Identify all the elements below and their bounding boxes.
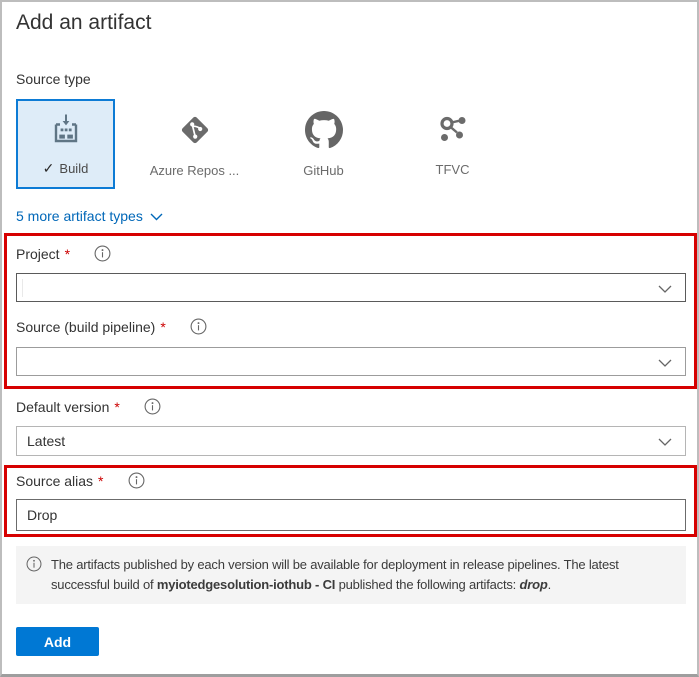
default-version-dropdown[interactable]: Latest — [16, 426, 686, 456]
build-name: myiotedgesolution-iothub - CI — [157, 577, 335, 592]
tile-build[interactable]: ✓ Build — [16, 99, 115, 189]
tile-github-label: GitHub — [303, 163, 343, 178]
tile-tfvc-label: TFVC — [436, 162, 470, 177]
tile-build-label: ✓ Build — [43, 160, 89, 177]
tile-azure-repos[interactable]: Azure Repos ... — [145, 99, 244, 189]
artifact-name: drop — [520, 577, 548, 592]
chevron-down-icon — [658, 280, 672, 296]
info-icon[interactable] — [94, 245, 111, 262]
github-icon — [305, 111, 343, 154]
add-button[interactable]: Add — [16, 627, 99, 656]
text-caret — [22, 279, 23, 297]
info-icon[interactable] — [144, 398, 161, 415]
source-type-label: Source type — [16, 71, 91, 87]
source-build-pipeline-dropdown[interactable] — [16, 347, 686, 376]
artifact-info-note: The artifacts published by each version … — [16, 546, 686, 604]
tile-tfvc[interactable]: TFVC — [403, 99, 502, 189]
chevron-down-icon — [150, 208, 163, 224]
azure-repos-icon — [176, 111, 214, 154]
more-artifact-types-link[interactable]: 5 more artifact types — [16, 208, 163, 224]
required-asterisk: * — [65, 246, 70, 262]
project-label: Project * — [16, 245, 111, 262]
required-asterisk: * — [98, 473, 103, 489]
default-version-dropdown-value: Latest — [27, 433, 65, 449]
page-title: Add an artifact — [16, 11, 151, 35]
tfvc-icon — [435, 112, 471, 153]
build-icon — [49, 112, 83, 151]
source-alias-label: Source alias * — [16, 472, 145, 489]
chevron-down-icon — [658, 433, 672, 449]
source-build-pipeline-label: Source (build pipeline) * — [16, 318, 207, 335]
required-asterisk: * — [114, 399, 119, 415]
source-type-tiles: ✓ Build Azure Repos ... — [16, 99, 502, 189]
tile-github[interactable]: GitHub — [274, 99, 373, 189]
default-version-label: Default version * — [16, 398, 161, 415]
artifact-info-note-text: The artifacts published by each version … — [51, 555, 674, 604]
chevron-down-icon — [658, 354, 672, 370]
source-alias-input[interactable] — [16, 499, 686, 531]
tile-azure-repos-label: Azure Repos ... — [150, 163, 240, 178]
info-icon — [26, 556, 42, 604]
add-artifact-panel: Add an artifact Source type ✓ Build — [0, 0, 699, 677]
required-asterisk: * — [160, 319, 165, 335]
info-icon[interactable] — [190, 318, 207, 335]
info-icon[interactable] — [128, 472, 145, 489]
check-icon: ✓ — [43, 160, 55, 177]
project-dropdown[interactable] — [16, 273, 686, 302]
